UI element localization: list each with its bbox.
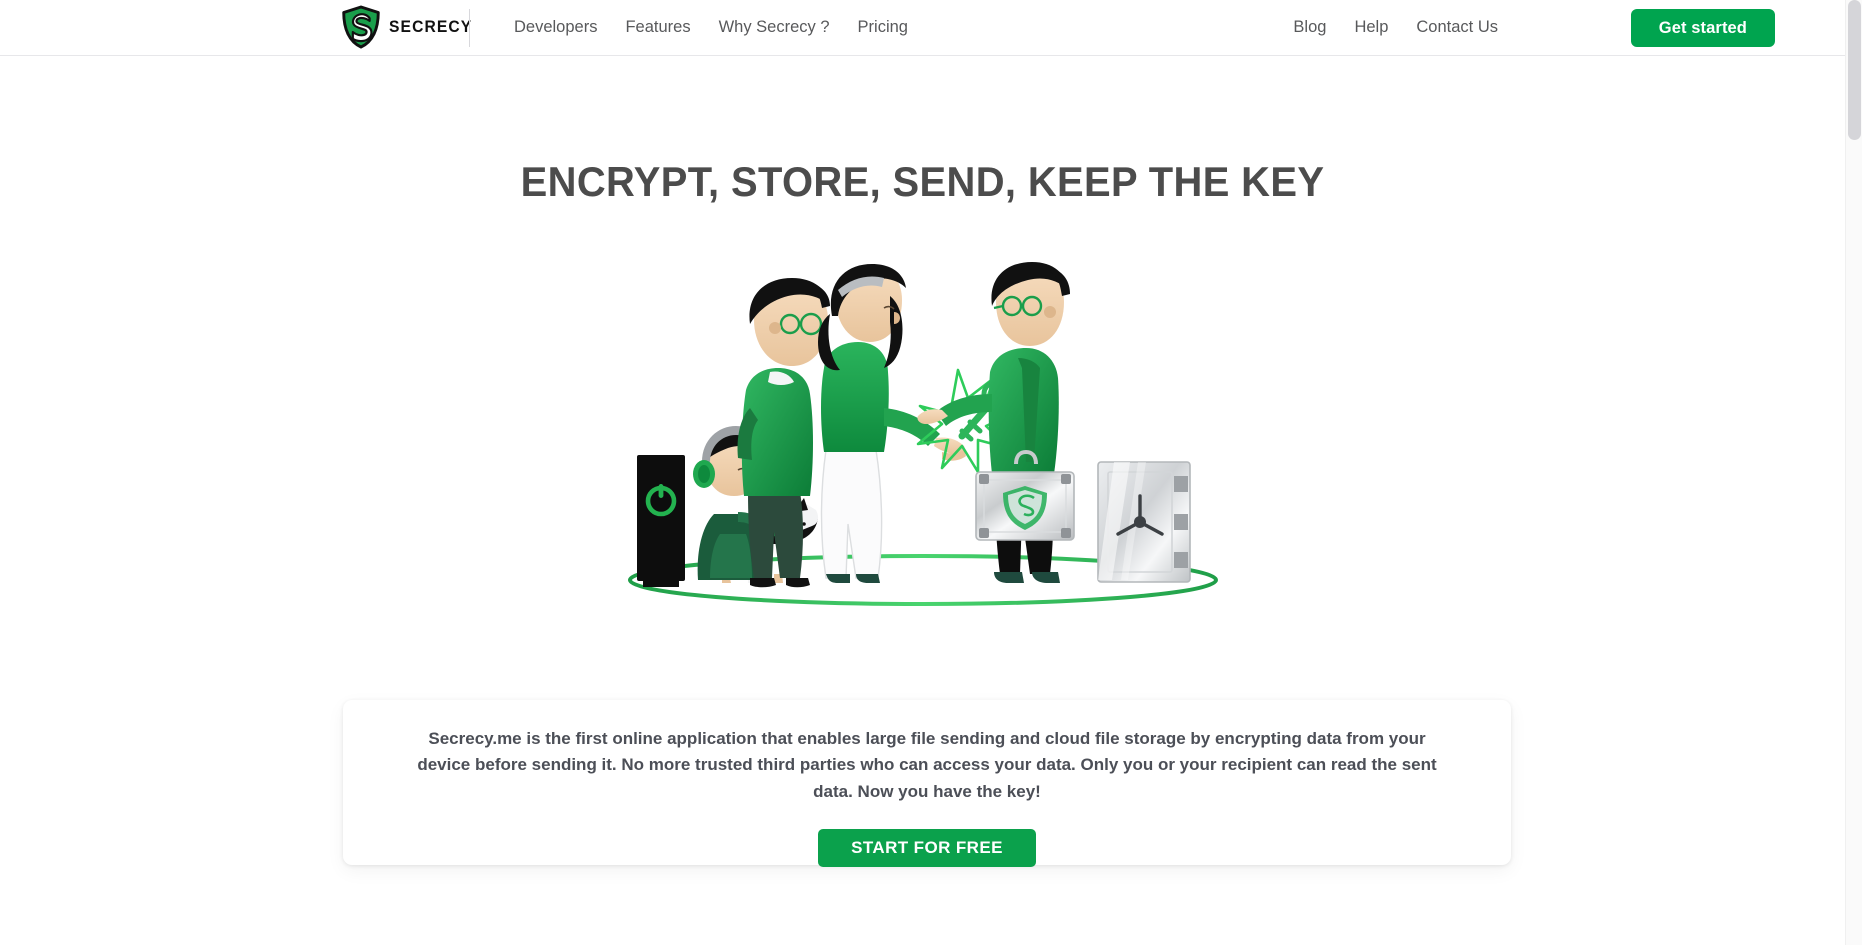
get-started-button[interactable]: Get started: [1630, 9, 1775, 47]
start-for-free-button[interactable]: START FOR FREE: [818, 829, 1036, 868]
site-header: SECRECY Developers Features Why Secrecy …: [0, 0, 1845, 56]
metal-safe-vault-icon: [1097, 461, 1191, 583]
nav-item-features[interactable]: Features: [611, 0, 704, 55]
brand-name: SECRECY: [389, 17, 473, 36]
server-tower-icon: [637, 455, 685, 587]
info-card-paragraph: Secrecy.me is the first online applicati…: [417, 729, 1437, 801]
brand-logo[interactable]: SECRECY: [341, 3, 480, 51]
scrollbar-thumb[interactable]: [1848, 0, 1861, 140]
nav-item-blog[interactable]: Blog: [1279, 0, 1340, 55]
nav-item-why-secrecy[interactable]: Why Secrecy ?: [705, 0, 844, 55]
nav-item-contact-us[interactable]: Contact Us: [1402, 0, 1512, 55]
info-card: Secrecy.me is the first online applicati…: [343, 700, 1511, 868]
page-scrollbar[interactable]: [1845, 0, 1862, 945]
nav-item-help[interactable]: Help: [1340, 0, 1402, 55]
woman-receiving-key-icon: [818, 264, 966, 583]
nav-item-developers[interactable]: Developers: [500, 0, 611, 55]
header-divider: [469, 9, 470, 47]
nav-item-pricing[interactable]: Pricing: [844, 0, 922, 55]
hero-headline: ENCRYPT, STORE, SEND, KEEP THE KEY: [520, 158, 1325, 206]
man-with-glasses-icon: [737, 278, 830, 588]
shield-s-logo-icon: [341, 5, 381, 49]
header-inner: SECRECY Developers Features Why Secrecy …: [0, 0, 1845, 55]
secondary-nav: Blog Help Contact Us: [1279, 0, 1512, 55]
hero-illustration: [598, 262, 1248, 612]
page-root: SECRECY Developers Features Why Secrecy …: [0, 0, 1862, 945]
primary-nav: Developers Features Why Secrecy ? Pricin…: [500, 0, 922, 55]
